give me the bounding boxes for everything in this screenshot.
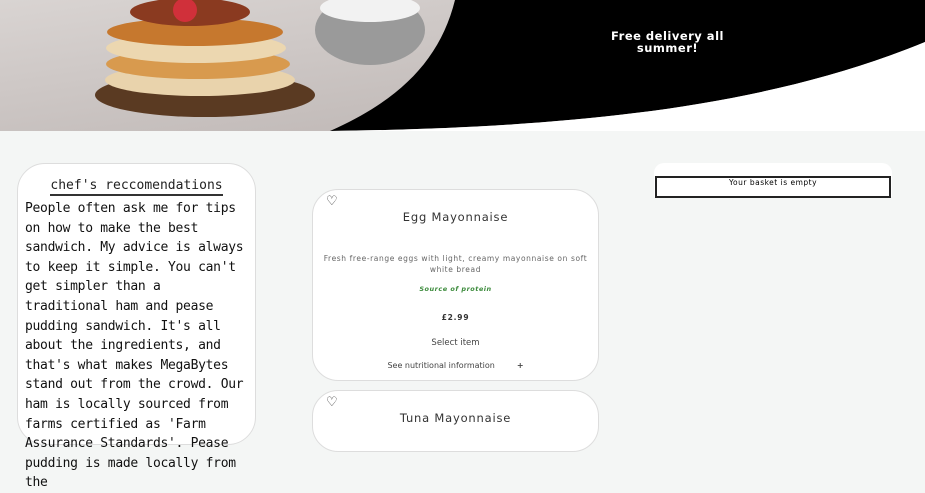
product-price: £2.99	[441, 313, 470, 322]
product-card: ♡ Tuna Mayonnaise	[312, 390, 599, 452]
favourite-heart-icon[interactable]: ♡	[326, 194, 338, 209]
chef-text: People often ask me for tips on how to m…	[25, 201, 244, 491]
expand-plus-icon: +	[516, 361, 524, 370]
nutrition-toggle[interactable]: See nutritional information +	[313, 361, 598, 380]
select-item-button[interactable]: Select item	[313, 338, 598, 348]
basket-status: Your basket is empty	[655, 176, 891, 198]
product-description: Fresh free-range eggs with light, creamy…	[323, 254, 588, 274]
basket-panel: Your basket is empty	[654, 163, 892, 198]
product-tag: Source of protein	[419, 285, 492, 293]
free-delivery-promo: Free delivery all summer!	[611, 29, 724, 55]
product-name: Egg Mayonnaise	[402, 210, 509, 224]
hero-banner	[0, 0, 925, 131]
product-card: ♡ Egg Mayonnaise Fresh free-range eggs w…	[312, 189, 599, 381]
favourite-heart-icon[interactable]: ♡	[326, 395, 338, 410]
chef-title: chef's reccomendations	[18, 178, 255, 196]
product-name: Tuna Mayonnaise	[399, 411, 512, 425]
chef-recommendations-panel: chef's reccomendations People often ask …	[17, 163, 256, 490]
